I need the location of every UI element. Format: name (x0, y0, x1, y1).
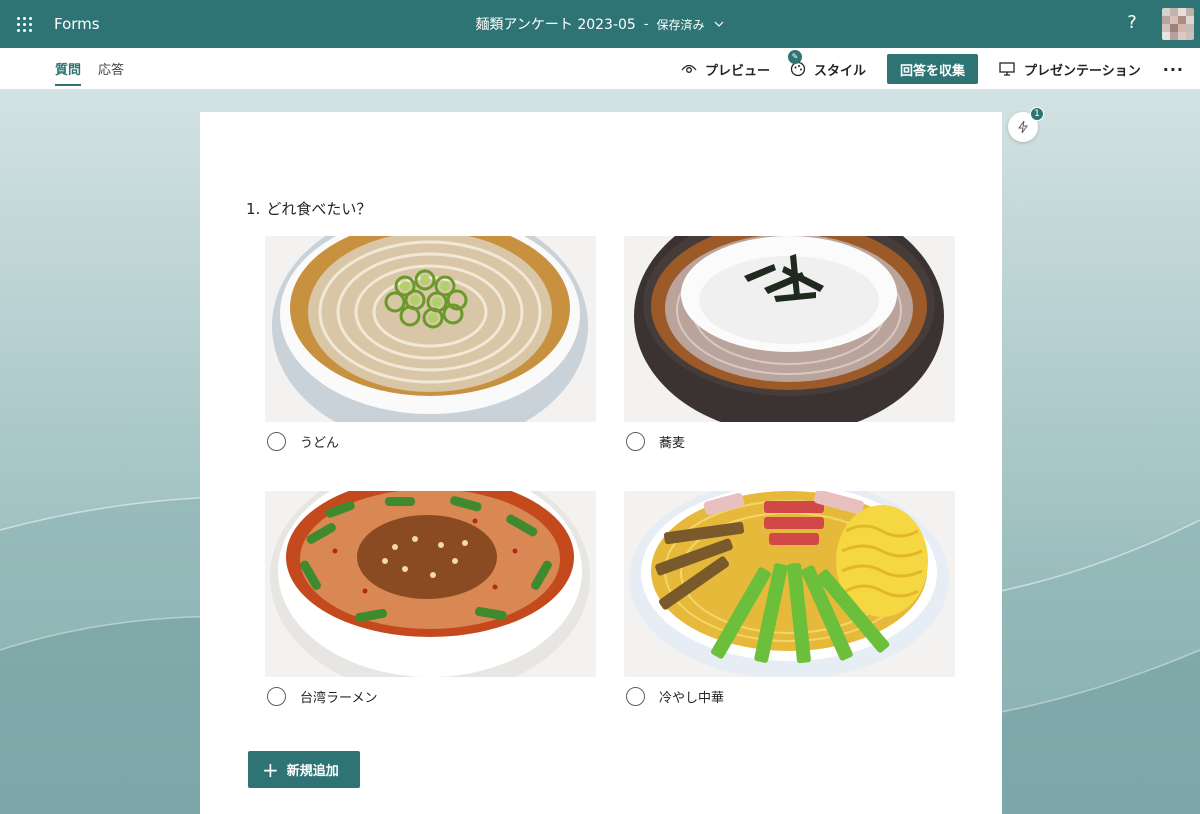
radio-button[interactable] (626, 432, 645, 451)
udon-image (265, 236, 596, 422)
preview-button[interactable]: プレビュー (681, 60, 770, 79)
command-actions: プレビュー ✎ スタイル 回答を収集 プレゼンテーション ··· (661, 48, 1184, 90)
waffle-icon (16, 16, 32, 32)
preview-label: プレビュー (704, 63, 770, 79)
ideas-count-badge: 1 (1030, 107, 1044, 121)
command-bar: 質問 応答 プレビュー ✎ スタイル 回答を収集 プレゼンテーション ··· (0, 48, 1200, 90)
tab-list: 質問 応答 (55, 48, 141, 90)
style-label: スタイル (813, 63, 866, 79)
style-button[interactable]: ✎ スタイル (787, 49, 866, 79)
save-status: 保存済み (656, 17, 705, 32)
form-card: 1. どれ食べたい？ うどん 蕎麦 台湾ラーメン 冷やし中華 + 新規追加 (200, 112, 1002, 814)
add-new-label: 新規追加 (286, 764, 339, 779)
top-bar: Forms 麺類アンケート 2023-05 - 保存済み ? (0, 0, 1200, 48)
radio-button[interactable] (267, 432, 286, 451)
plus-icon: + (262, 757, 279, 782)
avatar[interactable] (1162, 8, 1194, 40)
option-label: 蕎麦 (659, 436, 686, 451)
help-button[interactable]: ? (1120, 12, 1144, 33)
app-name[interactable]: Forms (54, 15, 100, 33)
hiyashi-chuka-image (624, 491, 955, 677)
radio-button[interactable] (267, 687, 286, 706)
question-number: 1. (246, 200, 261, 218)
option-label: 冷やし中華 (659, 691, 725, 706)
soba-image (624, 236, 955, 422)
choice-option-udon[interactable]: うどん (265, 236, 596, 451)
present-button[interactable]: プレゼンテーション (998, 60, 1141, 79)
title-area: 麺類アンケート 2023-05 - 保存済み (0, 0, 1200, 48)
lightning-icon (1018, 120, 1028, 134)
chevron-down-icon[interactable] (713, 18, 725, 30)
option-label: 台湾ラーメン (300, 691, 378, 706)
presentation-icon (999, 62, 1015, 76)
question-text: どれ食べたい？ (266, 200, 372, 218)
more-options-button[interactable]: ··· (1163, 60, 1184, 79)
collect-responses-button[interactable]: 回答を収集 (887, 54, 979, 84)
present-label: プレゼンテーション (1024, 63, 1141, 79)
form-title[interactable]: 麺類アンケート 2023-05 (475, 14, 635, 34)
option-label: うどん (300, 436, 340, 451)
eye-icon (681, 64, 697, 73)
question-title[interactable]: 1. どれ食べたい？ (246, 198, 371, 219)
choice-option-taiwan-ramen[interactable]: 台湾ラーメン (265, 491, 596, 706)
palette-badge-icon: ✎ (787, 49, 802, 64)
app-launcher-button[interactable] (0, 0, 48, 48)
add-new-button[interactable]: + 新規追加 (248, 751, 360, 788)
taiwan-ramen-image (265, 491, 596, 677)
choice-option-soba[interactable]: 蕎麦 (624, 236, 955, 451)
title-separator: - (643, 16, 649, 32)
tab-responses[interactable]: 応答 (98, 48, 124, 90)
tab-questions[interactable]: 質問 (55, 48, 82, 90)
choice-option-hiyashi-chuka[interactable]: 冷やし中華 (624, 491, 955, 706)
ideas-button[interactable]: 1 (1008, 107, 1044, 142)
radio-button[interactable] (626, 687, 645, 706)
